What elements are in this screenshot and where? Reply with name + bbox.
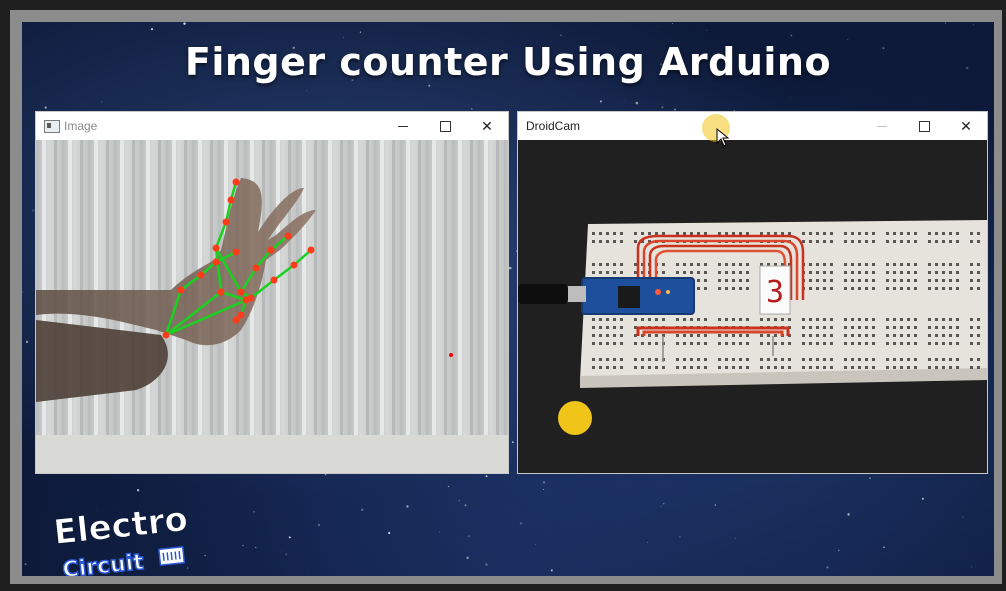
video-headline: Finger counter Using Arduino [184, 40, 832, 84]
electro-circuit-logo: Electro Circuit [51, 499, 222, 576]
seven-segment-digit: 3 [766, 275, 784, 310]
image-window-titlebar[interactable]: Image ✕ [36, 112, 508, 140]
droidcam-window[interactable]: DroidCam ✕ 3 [518, 112, 987, 473]
camera-feed-hand [36, 140, 508, 473]
cursor-highlight-marker [558, 401, 592, 435]
breadboard-photo: 3 [518, 140, 987, 473]
minimize-button[interactable] [861, 112, 903, 140]
minimize-button[interactable] [382, 112, 424, 140]
droidcam-window-titlebar[interactable]: DroidCam ✕ [518, 112, 987, 140]
video-frame: Finger counter Using Arduino Image ✕ Dro… [10, 10, 1002, 584]
logo-line1: Electro [52, 500, 190, 553]
maximize-button[interactable] [424, 112, 466, 140]
mouse-pointer-icon [716, 128, 730, 147]
close-button[interactable]: ✕ [466, 112, 508, 140]
tracking-dot [449, 353, 453, 357]
droidcam-window-title: DroidCam [526, 119, 581, 133]
space-background: Finger counter Using Arduino Image ✕ Dro… [22, 22, 994, 576]
image-window-title: Image [64, 119, 98, 133]
camera-feed-breadboard: 3 [518, 140, 987, 473]
close-button[interactable]: ✕ [945, 112, 987, 140]
maximize-button[interactable] [903, 112, 945, 140]
app-window-icon [44, 120, 60, 133]
logo-line2: Circuit [61, 550, 145, 576]
image-window[interactable]: Image ✕ [36, 112, 508, 473]
hand-tracking-image [36, 140, 508, 473]
